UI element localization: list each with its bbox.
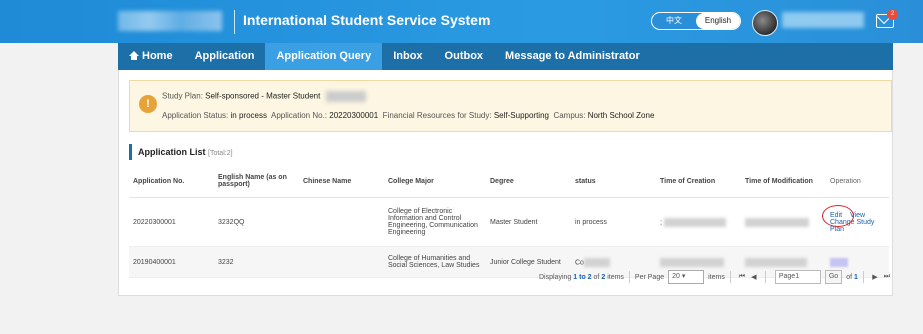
pager-items: items [607,273,624,281]
nav-home[interactable]: Home [118,43,184,70]
cell-major: College of Electronic Information and Co… [384,197,486,247]
application-table: Application No. English Name (as on pass… [129,165,889,278]
nav-application-query[interactable]: Application Query [265,43,383,70]
home-icon [129,51,139,60]
app-no-label: Application No.: [270,111,328,120]
page-input[interactable]: Page1 [774,270,821,284]
next-page-icon[interactable]: ▶ [869,273,881,281]
redacted-text [745,217,809,227]
status-label: Application Status: [162,111,229,120]
redacted-text [745,257,807,267]
page-of-label: of [846,273,853,281]
first-page-icon[interactable]: ⏮ [736,273,748,281]
col-time-modification: Time of Modification [741,165,826,198]
cell-english-name: 3232 [214,246,299,278]
cell-time-modification [741,197,826,247]
user-name[interactable] [782,12,864,28]
campus-value: North School Zone [587,111,655,120]
main-nav: Home Application Application Query Inbox… [118,43,893,70]
financial-value: Self-Supporting [493,111,549,120]
nav-outbox[interactable]: Outbox [434,43,495,70]
cell-app-no: 20190400001 [129,246,214,278]
redacted-text [660,257,724,267]
table-row: 20220300001 3232QQ College of Electronic… [129,197,889,247]
pager-of: of [593,273,600,281]
redacted-text [663,217,726,227]
pager-range-end: 2 [587,273,592,281]
notification-badge: 2 [887,9,898,20]
col-english-name: English Name (as on passport) [214,165,299,198]
last-page-icon[interactable]: ⏭ [881,273,893,281]
application-notice: ! Study Plan: Self-sponsored - Master St… [129,80,892,132]
list-total: [Total:2] [208,150,233,157]
cell-chinese-name [299,246,384,278]
content-panel: ! Study Plan: Self-sponsored - Master St… [118,70,893,296]
col-app-no: Application No. [129,165,214,198]
list-heading: Application List [Total:2] [129,144,233,160]
top-header: International Student Service System 中文 … [0,0,923,43]
language-switch[interactable]: 中文 English [651,12,741,30]
cell-major: College of Humanities and Social Science… [384,246,486,278]
cell-status: in process [571,197,656,247]
cell-chinese-name [299,197,384,247]
study-plan-redacted [325,91,366,102]
app-title: International Student Service System [243,12,491,28]
campus-label: Campus: [553,111,586,120]
col-time-creation: Time of Creation [656,165,741,198]
cell-time-creation: ; [656,197,741,247]
lang-chinese[interactable]: 中文 [652,13,696,29]
cell-app-no: 20220300001 [129,197,214,247]
per-page-label: Per Page [634,273,665,281]
logo-divider [234,10,235,34]
financial-label: Financial Resources for Study: [382,111,492,120]
lang-english[interactable]: English [696,13,740,29]
col-chinese-name: Chinese Name [299,165,384,198]
pagination: Displaying 1 to 2 of 2 items Per Page 20… [539,269,893,285]
per-page-items-label: items [708,273,725,281]
redacted-link[interactable] [830,257,848,267]
edit-link[interactable]: Edit [830,212,842,219]
divider [729,271,731,283]
app-no-value: 20220300001 [329,111,379,120]
redacted-text [583,257,610,267]
status-value: in process [230,111,267,120]
col-operation: Operation [826,165,889,198]
divider [764,271,766,283]
university-logo [118,11,222,31]
go-button[interactable]: Go [824,270,843,284]
table-header: Application No. English Name (as on pass… [129,165,889,198]
pager-to: to [579,273,586,281]
nav-application[interactable]: Application [184,43,266,70]
page-total: 1 [853,273,858,281]
study-plan-label: Study Plan: [162,91,203,101]
prev-page-icon[interactable]: ◀ [748,273,760,281]
col-college-major: College Major [384,165,486,198]
study-plan-value: Self-sponsored - Master Student [205,91,321,101]
info-icon: ! [139,95,157,113]
avatar[interactable] [752,10,778,36]
pager-range-start: 1 [573,273,578,281]
col-status: status [571,165,656,198]
cell-english-name: 3232QQ [214,197,299,247]
col-degree: Degree [486,165,571,198]
cell-degree: Master Student [486,197,571,247]
edit-link-highlight: Edit [821,204,855,227]
divider [862,271,864,283]
nav-message-admin[interactable]: Message to Administrator [494,43,651,70]
per-page-select[interactable]: 20 ▾ [668,270,705,284]
nav-inbox[interactable]: Inbox [382,43,433,70]
pager-total: 2 [601,273,606,281]
pager-displaying: Displaying [539,273,572,281]
list-title: Application List [138,147,206,157]
divider [628,271,630,283]
cell-operation: Edit View Change Study Plan [821,197,889,247]
